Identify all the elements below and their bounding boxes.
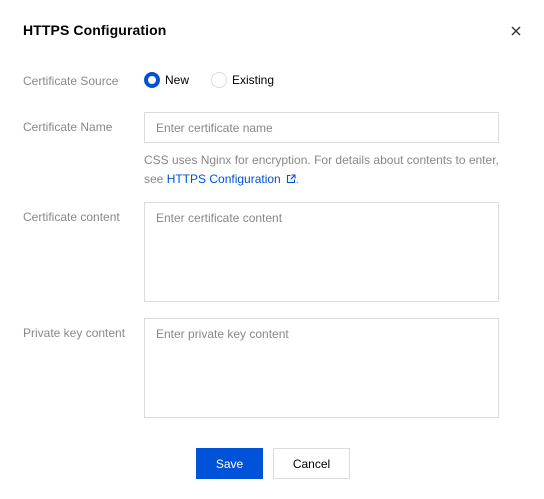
help-text: CSS uses Nginx for encryption. For detai…: [144, 151, 504, 189]
help-text-end: .: [295, 172, 300, 186]
https-configuration-link[interactable]: HTTPS Configuration: [167, 172, 296, 186]
certificate-content-textarea[interactable]: [144, 202, 499, 302]
certificate-name-input[interactable]: [144, 112, 499, 143]
certificate-name-label: Certificate Name: [23, 120, 113, 134]
radio-button-new[interactable]: [144, 72, 160, 88]
certificate-content-label: Certificate content: [23, 210, 120, 224]
certificate-source-label: Certificate Source: [23, 74, 119, 88]
save-button[interactable]: Save: [196, 448, 263, 479]
radio-option-existing[interactable]: Existing: [211, 72, 274, 88]
radio-button-existing[interactable]: [211, 72, 228, 88]
private-key-content-textarea[interactable]: [144, 318, 499, 418]
cancel-button[interactable]: Cancel: [273, 448, 350, 479]
radio-label-existing: Existing: [232, 73, 275, 87]
radio-option-new[interactable]: New: [144, 72, 189, 88]
private-key-content-label: Private key content: [23, 326, 126, 340]
close-icon: [511, 26, 521, 36]
dialog-title: HTTPS Configuration: [23, 22, 167, 38]
close-button[interactable]: [507, 22, 525, 40]
help-link-label: HTTPS Configuration: [166, 172, 281, 186]
certificate-source-radio-group: New Existing: [144, 72, 296, 88]
radio-label-new: New: [165, 73, 190, 87]
external-link-icon: [286, 174, 296, 184]
https-configuration-dialog: HTTPS Configuration Certificate Source N…: [0, 0, 544, 499]
